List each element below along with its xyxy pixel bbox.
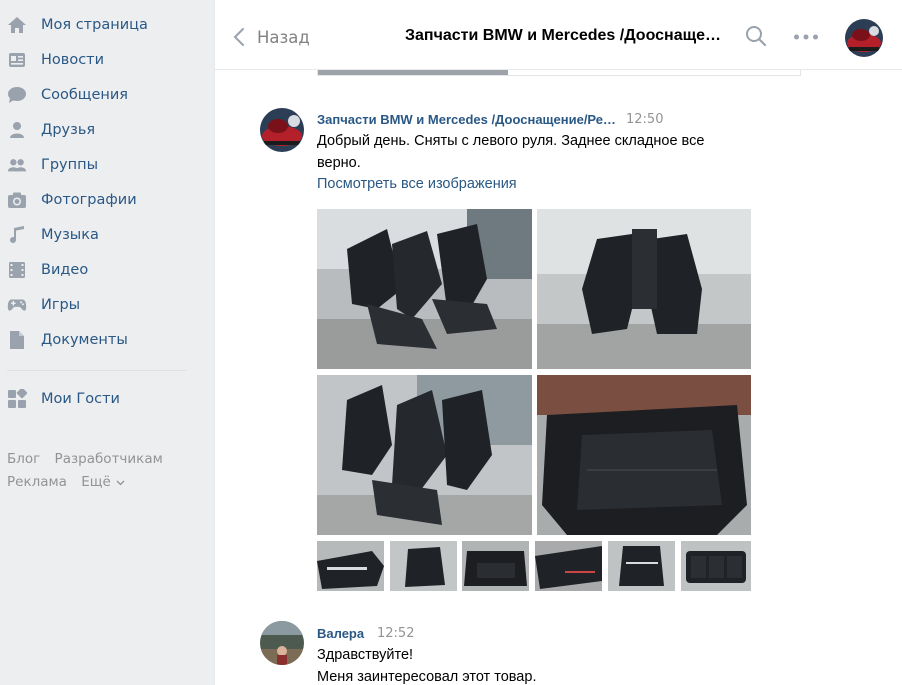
more-dots-icon [794,34,818,40]
sidebar-item-label: Моя страница [41,16,148,33]
message-avatar[interactable] [260,108,304,152]
back-label: Назад [257,27,310,47]
search-button[interactable] [745,25,767,51]
groups-icon [7,155,27,175]
message-author[interactable]: Запчасти BMW и Mercedes /Дооснащение/Рем… [317,112,617,127]
chat-header: Назад Запчасти BMW и Mercedes /Дооснащен… [215,0,902,70]
sidebar-item-label: Группы [41,156,99,173]
chat-panel: Назад Запчасти BMW и Mercedes /Дооснащен… [214,0,902,685]
message-author[interactable]: Валера [317,626,364,641]
footer-link-blog[interactable]: Блог [7,451,40,467]
sidebar-item-groups[interactable]: Группы [0,147,200,182]
footer-more-label: Ещё [81,474,111,490]
photo-thumbnail[interactable] [390,541,457,591]
sidebar-item-my-guests[interactable]: Мои Гости [0,381,200,416]
message-time[interactable]: 12:52 [377,626,414,641]
view-all-images-link[interactable]: Посмотреть все изображения [317,176,517,192]
sidebar-item-my-page[interactable]: Моя страница [0,7,200,42]
message-text: Добрый день. Сняты с левого руля. Заднее… [317,130,787,174]
chevron-left-icon [233,28,244,46]
footer-link-developers[interactable]: Разработчикам [55,451,163,467]
message-text-line: Добрый день. Сняты с левого руля. Заднее… [317,133,705,149]
sidebar-item-label: Видео [41,261,89,278]
messages-icon [7,85,27,105]
sidebar-item-video[interactable]: Видео [0,252,200,287]
left-sidebar: Моя страница Новости Сообщения Друзья Гр… [0,0,214,685]
sidebar-item-label: Игры [41,296,81,313]
message-time[interactable]: 12:50 [626,112,663,127]
chat-title[interactable]: Запчасти BMW и Mercedes /Дооснащение/Рем… [405,27,725,45]
sidebar-item-music[interactable]: Музыка [0,217,200,252]
sidebar-item-label: Друзья [41,121,96,138]
more-actions-button[interactable] [793,30,819,45]
camera-icon [7,190,27,210]
photo-thumbnail[interactable] [681,541,751,591]
news-icon [7,50,27,70]
chevron-down-icon [116,474,125,490]
video-icon [7,260,27,280]
music-icon [7,225,27,245]
footer-more-button[interactable]: Ещё [81,474,125,490]
sidebar-item-label: Мои Гости [41,390,120,407]
friend-icon [7,120,27,140]
photo-thumbnail[interactable] [537,375,751,535]
chat-avatar[interactable] [845,19,883,57]
sidebar-item-messages[interactable]: Сообщения [0,77,200,112]
sidebar-item-label: Сообщения [41,86,129,103]
message-text-line: Здравствуйте! [317,647,414,663]
home-icon [7,15,27,35]
sidebar-item-news[interactable]: Новости [0,42,200,77]
sidebar-item-label: Новости [41,51,105,68]
message-text-line: верно. [317,155,361,171]
back-button[interactable]: Назад [233,24,310,50]
apps-icon [7,388,27,409]
sidebar-footer: Блог Разработчикам Реклама Ещё [7,448,207,494]
sidebar-item-label: Документы [41,331,128,348]
message-text: Здравствуйте! Меня заинтересовал этот то… [317,644,787,685]
message-text-line: Меня заинтересовал этот товар. [317,669,537,685]
photo-thumbnail[interactable] [317,375,532,535]
sidebar-divider [7,370,187,371]
photo-thumbnail[interactable] [317,209,532,369]
attachment-thumbnail [318,70,508,75]
photo-thumbnail[interactable] [535,541,602,591]
photo-thumbnail[interactable] [608,541,675,591]
sidebar-item-label: Музыка [41,226,99,243]
sidebar-item-friends[interactable]: Друзья [0,112,200,147]
previous-attachment[interactable] [317,70,801,76]
sidebar-item-label: Фотографии [41,191,137,208]
sidebar-item-games[interactable]: Игры [0,287,200,322]
search-icon [746,26,767,47]
gamepad-icon [7,295,27,315]
sidebar-item-documents[interactable]: Документы [0,322,200,357]
footer-link-ads[interactable]: Реклама [7,474,67,490]
photo-thumbnail[interactable] [462,541,529,591]
sidebar-item-photos[interactable]: Фотографии [0,182,200,217]
photo-thumbnail[interactable] [317,541,384,591]
photo-thumbnail[interactable] [537,209,751,369]
document-icon [7,330,27,350]
message-avatar[interactable] [260,621,304,665]
